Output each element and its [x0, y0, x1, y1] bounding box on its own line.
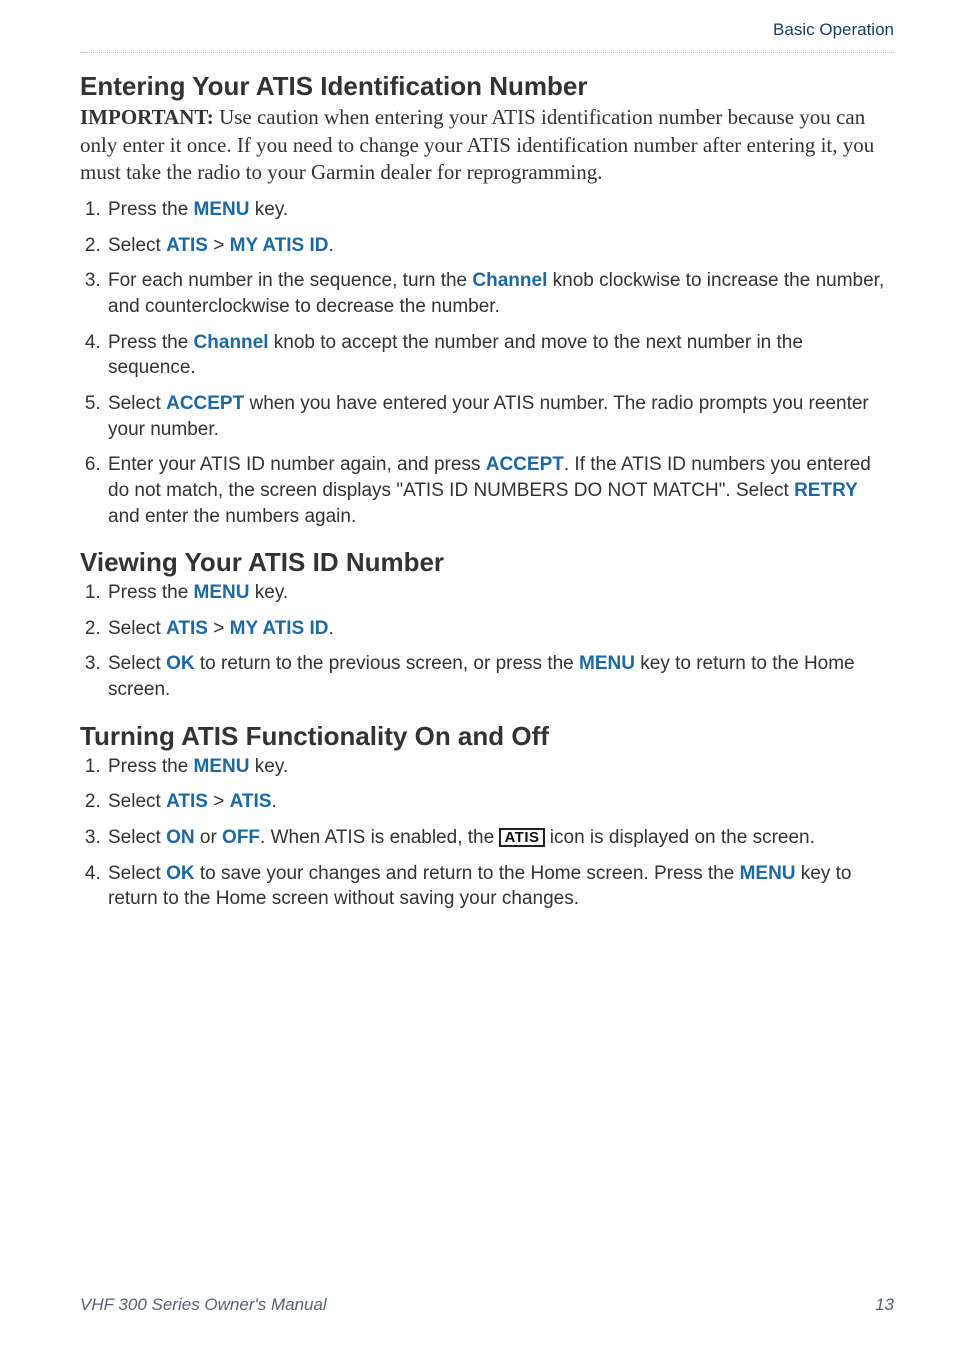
section-title-viewing: Viewing Your ATIS ID Number — [80, 547, 894, 578]
keyword-retry: RETRY — [794, 480, 858, 501]
text: Select — [108, 827, 166, 848]
list-item: Select ACCEPT when you have entered your… — [106, 391, 894, 442]
text: . When ATIS is enabled, the — [260, 827, 499, 848]
keyword-channel: Channel — [472, 270, 547, 291]
keyword-atis: ATIS — [230, 791, 272, 812]
viewing-steps: Press the MENU key. Select ATIS > MY ATI… — [80, 580, 894, 703]
list-item: Press the MENU key. — [106, 580, 894, 606]
text: For each number in the sequence, turn th… — [108, 270, 472, 291]
keyword-atis: ATIS — [166, 791, 208, 812]
keyword-menu: MENU — [194, 199, 250, 220]
footer-title: VHF 300 Series Owner's Manual — [80, 1295, 327, 1315]
text: . — [329, 618, 334, 639]
text: > — [208, 791, 230, 812]
list-item: Press the Channel knob to accept the num… — [106, 330, 894, 381]
text: key. — [250, 582, 289, 603]
text: Select — [108, 618, 166, 639]
text: Press the — [108, 332, 194, 353]
text: Select — [108, 393, 166, 414]
text: Select — [108, 235, 166, 256]
page: Basic Operation Entering Your ATIS Ident… — [0, 0, 954, 1355]
keyword-ok: OK — [166, 653, 195, 674]
text: > — [208, 235, 230, 256]
turning-steps: Press the MENU key. Select ATIS > ATIS. … — [80, 754, 894, 912]
keyword-atis: ATIS — [166, 235, 208, 256]
list-item: Select ATIS > MY ATIS ID. — [106, 616, 894, 642]
list-item: Press the MENU key. — [106, 197, 894, 223]
keyword-accept: ACCEPT — [486, 454, 564, 475]
text: key. — [250, 199, 289, 220]
atis-icon: ATIS — [499, 828, 544, 847]
text: Select — [108, 791, 166, 812]
keyword-channel: Channel — [194, 332, 269, 353]
text: Enter your ATIS ID number again, and pre… — [108, 454, 486, 475]
important-paragraph: IMPORTANT: Use caution when entering you… — [80, 104, 894, 187]
list-item: For each number in the sequence, turn th… — [106, 268, 894, 319]
list-item: Select OK to save your changes and retur… — [106, 861, 894, 912]
text: icon is displayed on the screen. — [545, 827, 815, 848]
keyword-atis: ATIS — [166, 618, 208, 639]
text: > — [208, 618, 230, 639]
entering-steps: Press the MENU key. Select ATIS > MY ATI… — [80, 197, 894, 529]
text: Press the — [108, 756, 194, 777]
list-item: Select ON or OFF. When ATIS is enabled, … — [106, 825, 894, 851]
text: . — [272, 791, 277, 812]
text: and enter the numbers again. — [108, 506, 356, 527]
header-divider — [80, 52, 894, 53]
keyword-menu: MENU — [579, 653, 635, 674]
text: Press the — [108, 582, 194, 603]
keyword-menu: MENU — [740, 863, 796, 884]
keyword-my-atis-id: MY ATIS ID — [230, 618, 329, 639]
keyword-accept: ACCEPT — [166, 393, 244, 414]
text: Select — [108, 653, 166, 674]
page-header: Basic Operation — [80, 20, 894, 53]
text: . — [329, 235, 334, 256]
text: to save your changes and return to the H… — [195, 863, 740, 884]
list-item: Press the MENU key. — [106, 754, 894, 780]
page-footer: VHF 300 Series Owner's Manual 13 — [80, 1295, 894, 1315]
keyword-on: ON — [166, 827, 195, 848]
text: Press the — [108, 199, 194, 220]
text: Select — [108, 863, 166, 884]
list-item: Enter your ATIS ID number again, and pre… — [106, 452, 894, 529]
list-item: Select ATIS > ATIS. — [106, 789, 894, 815]
keyword-menu: MENU — [194, 582, 250, 603]
keyword-off: OFF — [222, 827, 260, 848]
breadcrumb: Basic Operation — [80, 20, 894, 42]
page-number: 13 — [875, 1295, 894, 1315]
text: to return to the previous screen, or pre… — [195, 653, 579, 674]
text: or — [195, 827, 222, 848]
section-title-turning: Turning ATIS Functionality On and Off — [80, 721, 894, 752]
keyword-my-atis-id: MY ATIS ID — [230, 235, 329, 256]
important-label: IMPORTANT: — [80, 105, 214, 129]
list-item: Select ATIS > MY ATIS ID. — [106, 233, 894, 259]
list-item: Select OK to return to the previous scre… — [106, 651, 894, 702]
text: key. — [250, 756, 289, 777]
keyword-ok: OK — [166, 863, 195, 884]
section-title-entering: Entering Your ATIS Identification Number — [80, 71, 894, 102]
keyword-menu: MENU — [194, 756, 250, 777]
